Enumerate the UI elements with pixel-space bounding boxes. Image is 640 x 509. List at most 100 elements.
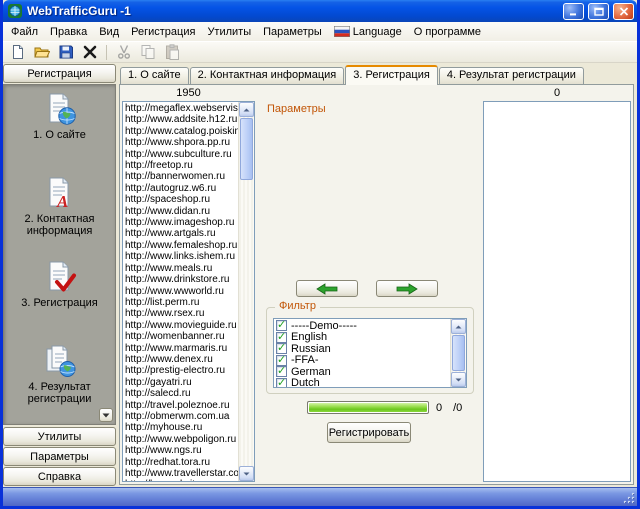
url-list-item[interactable]: http://www.links.ishem.ru xyxy=(125,251,238,262)
sidebar-item-help[interactable]: Справка xyxy=(3,467,116,486)
scrollbar-thumb[interactable] xyxy=(452,335,465,371)
url-list-scrollbar[interactable] xyxy=(238,102,254,481)
filter-option-list: -----Demo----- English Russi xyxy=(274,319,450,387)
titlebar[interactable]: WebTrafficGuru -1 xyxy=(3,0,637,22)
tab-contact-info[interactable]: 2. Контактная информация xyxy=(189,67,345,84)
maximize-button[interactable] xyxy=(588,2,609,20)
url-list-item[interactable]: http://www.shpora.pp.ru xyxy=(125,137,238,148)
url-list-item[interactable]: http://obmerwm.com.ua xyxy=(125,411,238,422)
scroll-up-button[interactable] xyxy=(239,102,254,117)
sidebar-item-contact-info[interactable]: A 2. Контактная информация xyxy=(4,169,115,253)
move-right-button[interactable] xyxy=(376,280,438,297)
url-list-item[interactable]: http://bryanskcity.ru xyxy=(125,479,238,481)
filter-option[interactable]: Russian xyxy=(274,342,450,355)
progress-current: 0 xyxy=(436,402,443,414)
tab-panel-registration: 1950 0 http://megaflex.webservis.ru http… xyxy=(119,84,634,485)
url-list-item[interactable]: http://megaflex.webservis.ru xyxy=(125,103,238,114)
close-button[interactable] xyxy=(613,2,634,20)
menu-parameters[interactable]: Параметры xyxy=(257,23,328,41)
url-list-item[interactable]: http://www.rsex.ru xyxy=(125,308,238,319)
url-list-item[interactable]: http://myhouse.ru xyxy=(125,422,238,433)
save-button[interactable] xyxy=(54,43,77,62)
paste-button[interactable] xyxy=(160,43,183,62)
scroll-down-button[interactable] xyxy=(239,466,254,481)
filter-option[interactable]: -----Demo----- xyxy=(274,319,450,332)
menu-file[interactable]: Файл xyxy=(5,23,44,41)
url-list-item[interactable]: http://www.denex.ru xyxy=(125,354,238,365)
menu-bar: Файл Правка Вид Регистрация Утилиты Пара… xyxy=(3,22,637,42)
sidebar-item-registration-result[interactable]: 4. Результат регистрации xyxy=(4,337,115,421)
tab-registration[interactable]: 3. Регистрация xyxy=(345,65,438,85)
url-list-item[interactable]: http://autogruz.w6.ru xyxy=(125,183,238,194)
menu-about[interactable]: О программе xyxy=(408,23,487,41)
checkbox-icon[interactable] xyxy=(276,342,287,355)
url-list-item[interactable]: http://www.drinkstore.ru xyxy=(125,274,238,285)
minimize-button[interactable] xyxy=(563,2,584,20)
checkbox-icon[interactable] xyxy=(276,377,287,387)
filter-option[interactable]: -FFA- xyxy=(274,354,450,366)
filter-option[interactable]: English xyxy=(274,331,450,343)
cut-button[interactable] xyxy=(112,43,135,62)
url-list-item[interactable]: http://www.meals.ru xyxy=(125,263,238,274)
url-list-item[interactable]: http://www.femaleshop.ru xyxy=(125,240,238,251)
sidebar-item-about-site[interactable]: 1. О сайте xyxy=(4,85,115,169)
url-list-item[interactable]: http://www.marmaris.ru xyxy=(125,343,238,354)
url-list-item[interactable]: http://www.webpoligon.ru xyxy=(125,434,238,445)
sidebar-item-parameters[interactable]: Параметры xyxy=(3,447,116,466)
scrollbar-thumb[interactable] xyxy=(240,118,253,180)
sidebar-item-utilities[interactable]: Утилиты xyxy=(3,427,116,446)
checkbox-icon[interactable] xyxy=(276,319,287,332)
filter-option[interactable]: Dutch xyxy=(274,377,450,387)
url-list-item[interactable]: http://www.artgals.ru xyxy=(125,228,238,239)
scrollbar-track[interactable] xyxy=(239,117,254,466)
register-button[interactable]: Регистрировать xyxy=(327,422,411,443)
checkbox-icon[interactable] xyxy=(276,331,287,343)
tab-registration-result[interactable]: 4. Результат регистрации xyxy=(438,67,584,84)
resize-grip[interactable] xyxy=(622,491,636,505)
checkbox-icon[interactable] xyxy=(276,365,287,378)
url-list-item[interactable]: http://salecd.ru xyxy=(125,388,238,399)
url-list-item[interactable]: http://www.didan.ru xyxy=(125,206,238,217)
menu-registration[interactable]: Регистрация xyxy=(125,23,201,41)
sidebar-item-registration[interactable]: 3. Регистрация xyxy=(4,253,115,337)
sidebar-scroll-down-button[interactable] xyxy=(99,408,113,422)
menu-view[interactable]: Вид xyxy=(93,23,125,41)
move-left-button[interactable] xyxy=(296,280,358,297)
menu-edit[interactable]: Правка xyxy=(44,23,93,41)
filter-listbox[interactable]: -----Demo----- English Russi xyxy=(273,318,467,388)
url-list-item[interactable]: http://www.imageshop.ru xyxy=(125,217,238,228)
copy-button[interactable] xyxy=(136,43,159,62)
delete-button[interactable] xyxy=(78,43,101,62)
url-list-item[interactable]: http://freetop.ru xyxy=(125,160,238,171)
scroll-down-icon xyxy=(455,378,462,381)
url-list-item[interactable]: http://www.movieguide.ru xyxy=(125,320,238,331)
scroll-down-button[interactable] xyxy=(451,372,466,387)
checkbox-icon[interactable] xyxy=(276,354,287,366)
url-list-item[interactable]: http://travel.poleznoe.ru xyxy=(125,400,238,411)
url-list-item[interactable]: http://www.travellerstar.com xyxy=(125,468,238,479)
open-button[interactable] xyxy=(30,43,53,62)
url-listbox[interactable]: http://megaflex.webservis.ru http://www.… xyxy=(122,101,255,482)
scroll-up-button[interactable] xyxy=(451,319,466,334)
url-list-item[interactable]: http://redhat.tora.ru xyxy=(125,457,238,468)
url-list-item[interactable]: http://prestig-electro.ru xyxy=(125,365,238,376)
scrollbar-track[interactable] xyxy=(451,334,466,372)
url-list-item[interactable]: http://www.subculture.ru xyxy=(125,149,238,160)
url-list-item[interactable]: http://www.addsite.h12.ru xyxy=(125,114,238,125)
url-list-item[interactable]: http://womenbanner.ru xyxy=(125,331,238,342)
tab-about-site[interactable]: 1. О сайте xyxy=(120,67,189,84)
menu-language[interactable]: Language xyxy=(328,23,408,41)
result-count-label: 0 xyxy=(553,87,561,99)
url-list-item[interactable]: http://gayatri.ru xyxy=(125,377,238,388)
filter-option[interactable]: German xyxy=(274,365,450,378)
new-document-button[interactable] xyxy=(6,43,29,62)
menu-utilities[interactable]: Утилиты xyxy=(201,23,257,41)
url-list-item[interactable]: http://spaceshop.ru xyxy=(125,194,238,205)
sidebar-header-registration[interactable]: Регистрация xyxy=(3,64,116,83)
url-list-item[interactable]: http://www.catalog.poiskinfo xyxy=(125,126,238,137)
url-list-item[interactable]: http://bannerwomen.ru xyxy=(125,171,238,182)
url-list-item[interactable]: http://www.ngs.ru xyxy=(125,445,238,456)
filter-list-scrollbar[interactable] xyxy=(450,319,466,387)
url-list-item[interactable]: http://www.wwworld.ru xyxy=(125,286,238,297)
url-list-item[interactable]: http://list.perm.ru xyxy=(125,297,238,308)
